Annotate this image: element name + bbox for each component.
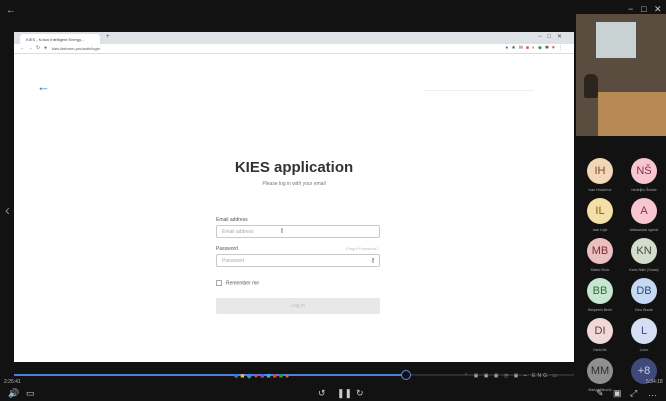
timeline-scrubber[interactable] — [401, 370, 411, 380]
browser-back-icon[interactable]: ← — [20, 45, 25, 51]
browser-tab[interactable]: KIES - Kotun Intelligent Energy... — [20, 34, 100, 44]
password-placeholder: Password — [222, 258, 244, 264]
extension-icons[interactable]: ●★✉■◐◆✱♥⋮ — [505, 45, 566, 51]
edge-icon: ◆ — [246, 373, 254, 380]
url-field[interactable]: kies.kiebrom.pro/auth/login — [52, 46, 100, 51]
avatar: KN — [631, 238, 657, 264]
key-icon[interactable]: ⚷ — [371, 257, 375, 264]
back-arrow-icon[interactable]: ← — [37, 79, 50, 94]
avatar: DB — [631, 278, 657, 304]
forgot-password-link[interactable]: Forgot Password? — [346, 246, 378, 251]
avatar: BB — [587, 278, 613, 304]
login-page: ← KIES application Please log in with yo… — [14, 54, 574, 362]
browser-tab-strip: KIES - Kotun Intelligent Energy... + −□✕ — [14, 32, 574, 44]
participant-tile[interactable]: DI Dario Ilić — [578, 318, 622, 358]
password-label: Password — [216, 246, 238, 252]
participant-tile[interactable]: A Aleksandar ugrinić — [622, 198, 666, 238]
app-icon: ● — [285, 373, 292, 380]
remember-me-label: Remember me — [226, 280, 260, 287]
participant-name: Dino Bucak — [635, 308, 653, 312]
participant-tile[interactable]: L Lovro — [622, 318, 666, 358]
total-time: 5:34:18 — [646, 379, 663, 385]
checkbox-icon[interactable] — [216, 280, 222, 286]
subtitles-icon[interactable]: ▭ — [26, 388, 35, 399]
pen-icon[interactable]: ✎ — [596, 388, 604, 399]
avatar: DI — [587, 318, 613, 344]
lock-icon: ● — [44, 45, 48, 51]
text-cursor-icon: I — [281, 228, 283, 235]
windows-taskbar-icons: ■■◆●■■■■● — [234, 372, 291, 380]
current-time: 2:25:41 — [4, 379, 21, 385]
avatar: IH — [587, 158, 613, 184]
pip-icon[interactable]: ▣ — [613, 388, 622, 399]
avatar: MB — [587, 238, 613, 264]
camera-window-background — [596, 22, 636, 58]
avatar: NŠ — [631, 158, 657, 184]
new-tab-icon[interactable]: + — [106, 34, 110, 40]
chevron-left-icon[interactable]: ‹ — [5, 202, 10, 219]
rewind-icon[interactable]: ↺ — [318, 388, 326, 399]
reload-icon[interactable]: ↻ — [36, 45, 40, 51]
player-top-bar: ← − □ ✕ — [0, 0, 666, 22]
participant-tile[interactable]: IH Ivan Hrvačević — [578, 158, 622, 198]
shared-screen: KIES - Kotun Intelligent Energy... + −□✕… — [14, 32, 574, 362]
participant-name: Ivan Lujić — [592, 228, 608, 232]
participant-name: Karlo Nikić (Guest) — [629, 268, 659, 272]
browser-address-bar: ← → ↻ ● kies.kiebrom.pro/auth/login ●★✉■… — [14, 44, 574, 54]
participant-name: Nedeljko Šuhaić — [631, 188, 657, 192]
participant-name: Lovro — [639, 348, 649, 352]
page-title: KIES application — [234, 159, 354, 176]
participant-name: Ivan Hrvačević — [588, 188, 612, 192]
pause-icon[interactable]: ❚❚ — [337, 388, 352, 399]
participant-tile[interactable]: NŠ Nedeljko Šuhaić — [622, 158, 666, 198]
participant-name: Dario Ilić — [593, 348, 607, 352]
browser-forward-icon[interactable]: → — [28, 45, 33, 51]
email-placeholder: Email address — [222, 229, 254, 235]
more-icon[interactable]: … — [648, 388, 657, 398]
volume-icon[interactable]: 🔊 — [8, 388, 19, 399]
browser-window-controls[interactable]: −□✕ — [538, 33, 568, 40]
player-controls: 🔊 ▭ ↺ ❚❚ ↻ ✎ ▣ ⤢ … — [0, 388, 666, 401]
camera-feed — [576, 14, 666, 136]
fullscreen-icon[interactable]: ⤢ — [630, 388, 637, 399]
avatar: IL — [587, 198, 613, 224]
login-button[interactable]: Log in — [216, 298, 380, 314]
divider — [424, 90, 534, 91]
participant-name: Aleksandar ugrinić — [629, 228, 659, 232]
email-field[interactable]: Email address I — [216, 225, 380, 238]
avatar: L — [631, 318, 657, 344]
browser-minimize-icon[interactable]: − — [538, 34, 548, 40]
participant-tile[interactable]: DB Dino Bucak — [622, 278, 666, 318]
remember-me-checkbox[interactable]: Remember me — [216, 280, 259, 286]
page-subtitle: Please log in with your email — [262, 181, 326, 187]
participant-tile[interactable]: KN Karlo Nikić (Guest) — [622, 238, 666, 278]
timeline-progress — [14, 374, 406, 376]
maximize-button[interactable]: □ — [641, 4, 646, 14]
video-player: ← − □ ✕ ‹ KIES - Kotun Intelligent Energ… — [0, 0, 666, 401]
password-field[interactable]: Password ⚷ — [216, 254, 380, 267]
participant-tile[interactable]: IL Ivan Lujić — [578, 198, 622, 238]
participant-name: Marko Boric — [590, 268, 610, 272]
arrow-left-icon[interactable]: ← — [6, 5, 16, 16]
participant-tile[interactable]: BB Benjamin Berin — [578, 278, 622, 318]
browser-maximize-icon[interactable]: □ — [547, 34, 557, 40]
forward-icon[interactable]: ↻ — [356, 388, 364, 399]
camera-desk — [598, 92, 666, 136]
participant-tile[interactable]: MB Marko Boric — [578, 238, 622, 278]
minimize-button[interactable]: − — [628, 4, 633, 14]
participant-name: Benjamin Berin — [588, 308, 612, 312]
browser-close-icon[interactable]: ✕ — [557, 34, 568, 40]
avatar: A — [631, 198, 657, 224]
email-label: Email address — [216, 217, 248, 223]
system-tray: ⌃ ▣ ▣ ▣ ◷ ▣ ⌁ ENG ▭ — [464, 373, 560, 379]
camera-person — [584, 74, 598, 98]
avatar: MM — [587, 358, 613, 384]
